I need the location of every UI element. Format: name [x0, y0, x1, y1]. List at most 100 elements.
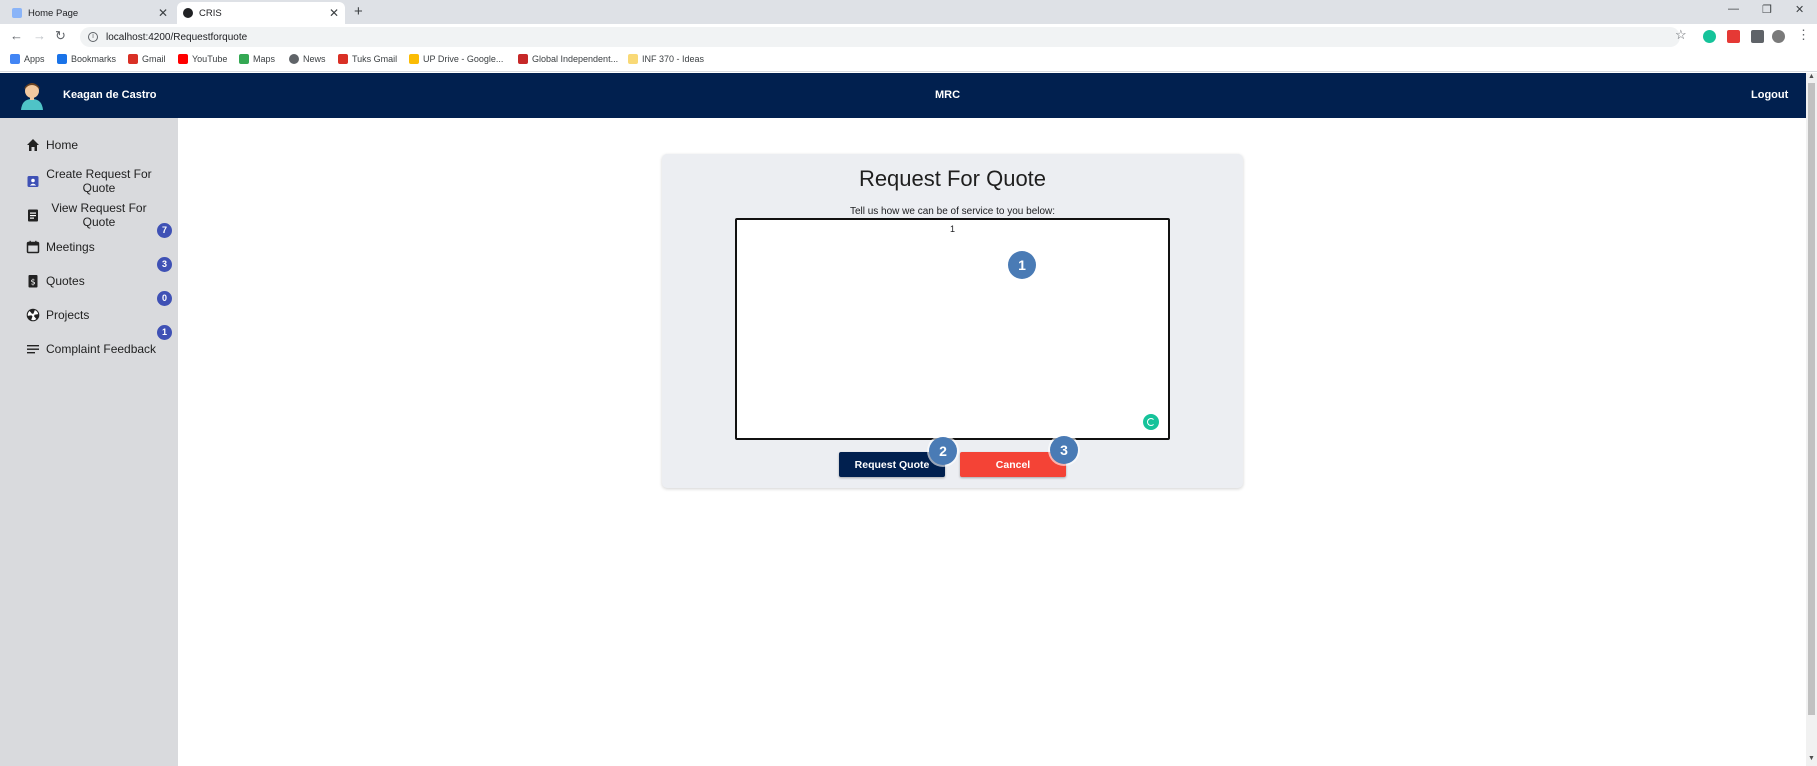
- sidebar-item-label: View Request For Quote: [51, 201, 147, 229]
- instructions-text: Tell us how we can be of service to you …: [849, 206, 1056, 217]
- scroll-down-arrow-icon[interactable]: ▼: [1808, 755, 1815, 762]
- sidebar: Home Create Request For Quote View Reque…: [0, 118, 178, 766]
- youtube-icon: [178, 54, 188, 64]
- angular-icon: [183, 8, 193, 18]
- bookmarks-bar: Apps Bookmarks Gmail YouTube Maps News T…: [0, 50, 1817, 72]
- bookmark-maps[interactable]: Maps: [239, 54, 275, 64]
- annotation-marker-2: 2: [929, 437, 957, 465]
- star-icon: [57, 54, 67, 64]
- site-icon: [518, 54, 528, 64]
- bookmark-news[interactable]: News: [289, 54, 326, 64]
- bookmark-label: YouTube: [192, 54, 228, 64]
- address-bar-row: ← → ↻ i localhost:4200/Requestforquote ☆…: [0, 24, 1817, 50]
- annotation-marker-1: 1: [1008, 251, 1036, 279]
- browser-tab-cris[interactable]: CRIS ✕: [177, 2, 345, 24]
- bookmark-youtube[interactable]: YouTube: [178, 54, 227, 64]
- sidebar-item-meetings[interactable]: Meetings: [0, 239, 178, 255]
- annotation-marker-3: 3: [1050, 436, 1078, 464]
- app-title: MRC: [935, 89, 961, 101]
- bookmark-label: INF 370 - Ideas: [642, 54, 705, 64]
- close-window-icon[interactable]: ✕: [1795, 3, 1804, 16]
- bookmark-label: Tuks Gmail: [352, 54, 398, 64]
- projects-count-badge: 0: [157, 291, 172, 306]
- svg-text:$: $: [30, 278, 35, 287]
- meetings-count-badge: 7: [157, 223, 172, 238]
- bookmark-gmail[interactable]: Gmail: [128, 54, 166, 64]
- badge-icon: [27, 176, 39, 187]
- sidebar-item-label: Home: [46, 138, 79, 152]
- sidebar-item-label: Quotes: [46, 274, 85, 288]
- star-icon[interactable]: ☆: [1675, 27, 1687, 43]
- avatar: [21, 83, 43, 110]
- apps-grid-icon: [10, 54, 20, 64]
- quotes-count-badge: 3: [157, 257, 172, 272]
- forward-icon[interactable]: →: [33, 28, 46, 43]
- drive-icon: [409, 54, 419, 64]
- assignment-icon: [28, 209, 38, 222]
- close-tab-icon[interactable]: ✕: [158, 6, 168, 20]
- info-icon[interactable]: i: [88, 32, 98, 42]
- sidebar-item-complaint-feedback[interactable]: Complaint Feedback: [0, 341, 178, 357]
- sidebar-item-label: Meetings: [46, 240, 95, 254]
- back-icon[interactable]: ←: [10, 28, 23, 43]
- lines-icon: [27, 345, 39, 354]
- bookmark-tuks-gmail[interactable]: Tuks Gmail: [338, 54, 397, 64]
- request-for-quote-card: Request For Quote Tell us how we can be …: [662, 154, 1243, 488]
- bookmark-bookmarks[interactable]: Bookmarks: [57, 54, 116, 64]
- bookmark-label: Maps: [253, 54, 276, 64]
- bookmark-label: UP Drive - Google...: [423, 54, 504, 64]
- sidebar-item-label: Create Request For Quote: [46, 167, 152, 195]
- bookmark-apps[interactable]: Apps: [10, 54, 45, 64]
- calendar-icon: [26, 240, 40, 254]
- bookmark-inf370-ideas[interactable]: INF 370 - Ideas: [628, 54, 704, 64]
- url-input[interactable]: i localhost:4200/Requestforquote: [80, 27, 1680, 47]
- page-title: Request For Quote: [858, 166, 1047, 191]
- bookmark-up-drive[interactable]: UP Drive - Google...: [409, 54, 503, 64]
- home-icon: [27, 139, 39, 151]
- grammarly-icon[interactable]: [1143, 414, 1159, 430]
- minimize-icon[interactable]: —: [1728, 3, 1739, 15]
- sidebar-item-label: Complaint Feedback: [46, 342, 157, 356]
- browser-tab-home-page[interactable]: Home Page ✕: [6, 2, 174, 24]
- globe-icon: [289, 54, 299, 64]
- bookmark-global-independent[interactable]: Global Independent...: [518, 54, 618, 64]
- gmail-icon: [128, 54, 138, 64]
- url-text: localhost:4200/Requestforquote: [106, 31, 248, 43]
- request-description-textarea[interactable]: 1: [735, 218, 1170, 440]
- bookmark-label: Global Independent...: [532, 54, 619, 64]
- logout-button[interactable]: Logout: [1751, 89, 1788, 101]
- page-scrollbar[interactable]: ▲ ▼: [1806, 73, 1817, 766]
- maps-icon: [239, 54, 249, 64]
- bookmark-label: Bookmarks: [71, 54, 117, 64]
- grammarly-extension-icon[interactable]: [1703, 30, 1716, 43]
- new-tab-icon[interactable]: +: [354, 3, 363, 20]
- tab-title: CRIS: [199, 7, 222, 19]
- tab-title: Home Page: [28, 7, 79, 19]
- app-header: Keagan de Castro MRC Logout: [0, 73, 1806, 118]
- restore-icon[interactable]: ❐: [1762, 3, 1772, 16]
- sidebar-item-home[interactable]: Home: [0, 137, 178, 153]
- sidebar-item-projects[interactable]: Projects: [0, 307, 178, 323]
- bookmark-label: Apps: [24, 54, 45, 64]
- radiation-icon: [26, 308, 40, 322]
- user-name: Keagan de Castro: [63, 89, 157, 101]
- reload-icon[interactable]: ↻: [55, 28, 66, 44]
- menu-icon[interactable]: ⋮: [1797, 27, 1810, 43]
- scrollbar-thumb[interactable]: [1808, 83, 1815, 715]
- browser-tab-bar: Home Page ✕ CRIS ✕ + — ❐ ✕: [0, 0, 1817, 24]
- sidebar-item-label: Projects: [46, 308, 90, 322]
- cancel-button[interactable]: Cancel: [960, 452, 1066, 477]
- scroll-up-arrow-icon[interactable]: ▲: [1808, 73, 1815, 80]
- sidebar-item-create-request-for-quote[interactable]: Create Request For Quote: [0, 166, 178, 196]
- bookmark-label: News: [303, 54, 326, 64]
- puzzle-icon[interactable]: [1751, 30, 1764, 43]
- bookmark-label: Gmail: [142, 54, 166, 64]
- close-tab-icon[interactable]: ✕: [329, 6, 339, 20]
- sidebar-item-view-request-for-quote[interactable]: View Request For Quote: [0, 200, 178, 230]
- profile-avatar[interactable]: [1772, 30, 1785, 43]
- sidebar-item-quotes[interactable]: $ Quotes: [0, 273, 178, 289]
- page-icon: [12, 8, 22, 18]
- complaints-count-badge: 1: [157, 325, 172, 340]
- gmail-icon: [338, 54, 348, 64]
- extension-icon[interactable]: [1727, 30, 1740, 43]
